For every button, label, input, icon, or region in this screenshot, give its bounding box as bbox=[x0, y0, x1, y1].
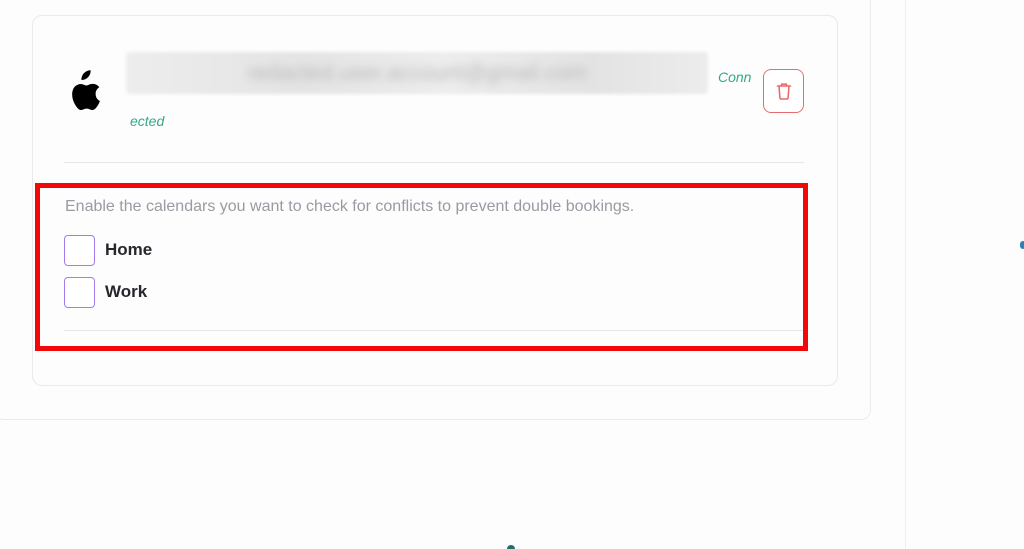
calendar-help-text: Enable the calendars you want to check f… bbox=[65, 198, 635, 215]
delete-account-button[interactable] bbox=[763, 69, 804, 113]
column-divider bbox=[905, 0, 906, 549]
home-checkbox[interactable] bbox=[64, 234, 95, 266]
scroll-indicator bbox=[507, 545, 515, 549]
connection-status-continued: ected bbox=[130, 113, 165, 129]
divider bbox=[64, 330, 804, 331]
account-email-text: redacted.user.account@gmail.com bbox=[247, 60, 587, 85]
edge-indicator bbox=[1020, 241, 1024, 249]
calendar-label: Work bbox=[105, 282, 148, 301]
apple-icon bbox=[72, 70, 100, 111]
account-email: redacted.user.account@gmail.com bbox=[126, 52, 708, 94]
calendar-option-home[interactable]: Home bbox=[64, 234, 152, 266]
page: redacted.user.account@gmail.com Conn ect… bbox=[0, 0, 1024, 549]
connection-status: Conn bbox=[718, 69, 752, 85]
divider bbox=[64, 162, 804, 163]
calendar-option-work[interactable]: Work bbox=[64, 276, 147, 308]
work-checkbox[interactable] bbox=[64, 276, 95, 308]
calendar-label: Home bbox=[105, 240, 153, 259]
trash-icon bbox=[776, 83, 791, 100]
